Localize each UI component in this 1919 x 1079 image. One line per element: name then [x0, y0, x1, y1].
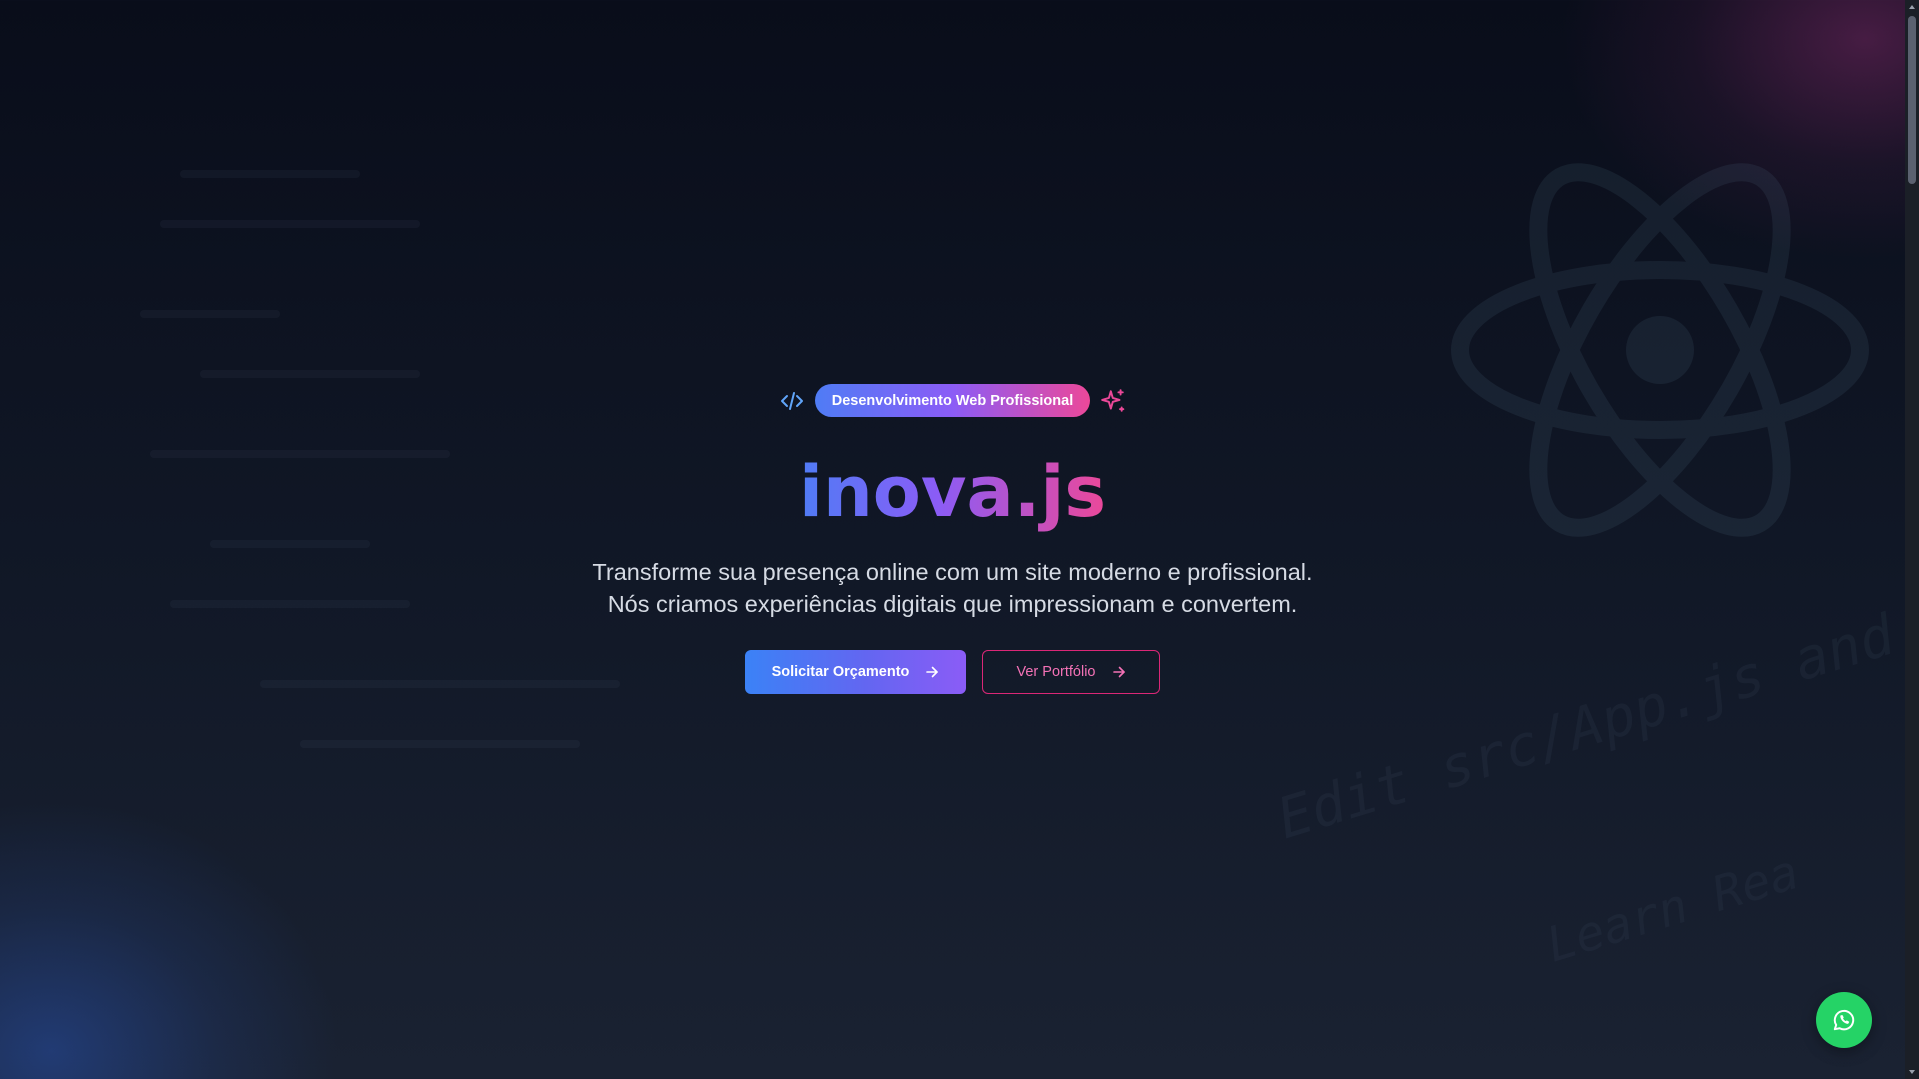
- hero-subtitle-line-2: Nós criamos experiências digitais que im…: [607, 591, 1298, 617]
- hero-badge-row: Desenvolvimento Web Profissional: [0, 384, 1905, 417]
- code-icon: [779, 388, 805, 414]
- hero-badge: Desenvolvimento Web Profissional: [814, 384, 1091, 417]
- request-quote-label: Solicitar Orçamento: [771, 664, 910, 680]
- scrollbar-thumb[interactable]: [1908, 16, 1916, 184]
- scroll-down-arrow-icon[interactable]: [1905, 1065, 1919, 1079]
- request-quote-button[interactable]: Solicitar Orçamento: [745, 650, 966, 694]
- hero-subtitle: Transforme sua presença online com um si…: [0, 556, 1905, 620]
- brand-title: inova.js: [0, 445, 1905, 540]
- vertical-scrollbar[interactable]: [1905, 0, 1919, 1079]
- scroll-up-arrow-icon[interactable]: [1905, 0, 1919, 14]
- hero-cta-row: Solicitar Orçamento Ver Portfólio: [0, 650, 1905, 694]
- hero-section: Desenvolvimento Web Profissional inova.j…: [0, 0, 1905, 1079]
- brand-title-text: inova.js: [798, 451, 1107, 533]
- view-portfolio-button[interactable]: Ver Portfólio: [982, 650, 1160, 694]
- whatsapp-button[interactable]: [1816, 992, 1872, 1048]
- hero-subtitle-line-1: Transforme sua presença online com um si…: [592, 559, 1313, 585]
- whatsapp-icon: [1831, 1007, 1857, 1033]
- arrow-right-icon: [1112, 665, 1126, 679]
- sparkle-icon: [1100, 388, 1126, 414]
- view-portfolio-label: Ver Portfólio: [1016, 664, 1096, 680]
- arrow-right-icon: [925, 665, 939, 679]
